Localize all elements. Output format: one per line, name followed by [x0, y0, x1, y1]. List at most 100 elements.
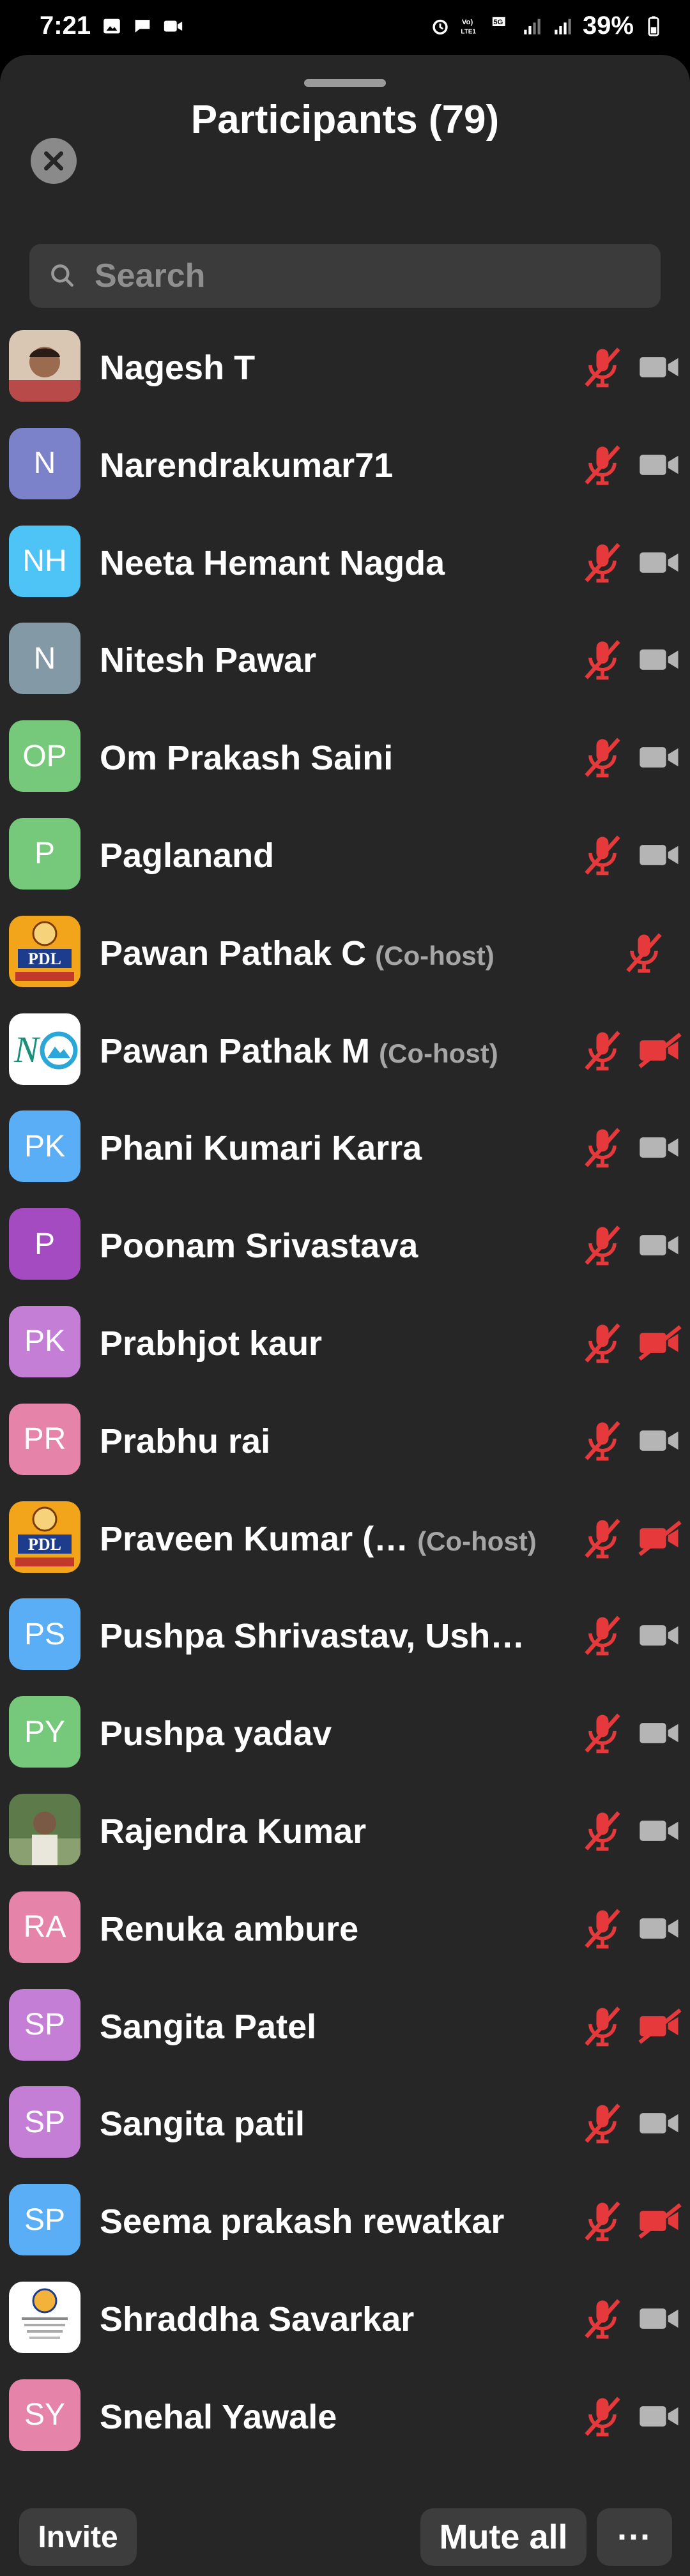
camera-icon[interactable]	[636, 2294, 684, 2343]
mute-all-button[interactable]: Mute all	[420, 2508, 586, 2566]
close-button[interactable]	[31, 138, 77, 184]
participant-row[interactable]: N Nitesh Pawar	[0, 611, 690, 709]
participant-row[interactable]: PDL Pawan Pathak C (Co-host)	[0, 904, 690, 1002]
participant-row[interactable]: N Pawan Pathak M (Co-host)	[0, 1002, 690, 1100]
participant-name-text: Poonam Srivastava	[100, 1227, 418, 1266]
camera-icon[interactable]	[636, 1221, 684, 1269]
svg-text:5G: 5G	[493, 19, 503, 26]
participant-row[interactable]: PS Pushpa Shrivastav, Ush…	[0, 1587, 690, 1685]
search-bar[interactable]	[29, 244, 661, 308]
participant-row[interactable]: OP Om Prakash Saini	[0, 709, 690, 807]
search-input[interactable]	[93, 256, 645, 296]
avatar: N	[9, 623, 80, 695]
participant-name: Sangita patil	[100, 2104, 305, 2144]
participant-name: Rajendra Kumar	[100, 1812, 366, 1851]
participant-row[interactable]: PDL Praveen Kumar (… (Co-host)	[0, 1490, 690, 1587]
participant-name-text: Sangita Patel	[100, 2007, 317, 2046]
camera-off-icon[interactable]	[636, 2197, 684, 2245]
participant-row[interactable]: SY Snehal Yawale	[0, 2368, 690, 2466]
camera-icon[interactable]	[636, 1807, 684, 1855]
participant-name-text: Snehal Yawale	[100, 2397, 337, 2436]
participant-row[interactable]: PR Prabhu rai	[0, 1392, 690, 1490]
participant-row[interactable]: N Narendrakumar71	[0, 416, 690, 514]
gallery-icon	[103, 19, 120, 34]
invite-button[interactable]: Invite	[19, 2508, 137, 2566]
camera-icon[interactable]	[636, 733, 684, 782]
participant-row[interactable]: NH Neeta Hemant Nagda	[0, 514, 690, 612]
participant-row[interactable]: PK Prabhjot kaur	[0, 1294, 690, 1392]
participant-row[interactable]: RA Renuka ambure	[0, 1880, 690, 1978]
mic-muted-icon[interactable]	[578, 1026, 627, 1075]
camera-icon[interactable]	[636, 1416, 684, 1465]
cohost-badge: (Co-host)	[379, 1038, 498, 1068]
participant-name-text: Shraddha Savarkar	[100, 2299, 415, 2338]
mic-muted-icon[interactable]	[578, 1221, 627, 1269]
video-icon	[164, 20, 183, 32]
camera-off-icon[interactable]	[636, 1514, 684, 1563]
mic-muted-icon[interactable]	[578, 2392, 627, 2441]
camera-icon[interactable]	[636, 538, 684, 587]
mic-muted-icon[interactable]	[578, 1416, 627, 1465]
participant-row[interactable]: Nagesh T	[0, 319, 690, 416]
camera-icon[interactable]	[636, 2099, 684, 2148]
mic-muted-icon[interactable]	[578, 1123, 627, 1172]
mic-muted-icon[interactable]	[578, 538, 627, 587]
participant-name-text: Nagesh T	[100, 349, 256, 387]
mic-muted-icon[interactable]	[578, 635, 627, 684]
mic-muted-icon[interactable]	[578, 2294, 627, 2343]
avatar: OP	[9, 720, 80, 792]
svg-text:LTE1: LTE1	[461, 28, 476, 35]
participant-row[interactable]: SP Sangita Patel	[0, 1978, 690, 2075]
participant-name: Phani Kumari Karra	[100, 1128, 422, 1168]
mic-muted-icon[interactable]	[578, 1807, 627, 1855]
camera-icon[interactable]	[636, 343, 684, 391]
participant-name-text: Phani Kumari Karra	[100, 1129, 422, 1168]
mic-muted-icon[interactable]	[578, 1514, 627, 1563]
participant-name: Renuka ambure	[100, 1909, 358, 1949]
mic-muted-icon[interactable]	[578, 2099, 627, 2148]
mic-muted-icon[interactable]	[578, 1709, 627, 1757]
camera-icon[interactable]	[636, 1611, 684, 1660]
camera-off-icon[interactable]	[636, 1026, 684, 1075]
participant-row[interactable]: P Paglanand	[0, 807, 690, 904]
mic-muted-icon[interactable]	[578, 831, 627, 879]
participant-row[interactable]: SP Seema prakash rewatkar	[0, 2172, 690, 2270]
close-icon	[44, 151, 63, 170]
battery-icon	[648, 15, 659, 36]
participant-row[interactable]: P Poonam Srivastava	[0, 1197, 690, 1294]
camera-icon[interactable]	[636, 831, 684, 879]
participant-name: Neeta Hemant Nagda	[100, 543, 445, 583]
participant-name-text: Pawan Pathak C	[100, 934, 367, 973]
camera-icon[interactable]	[636, 1709, 684, 1757]
avatar: P	[9, 817, 80, 890]
avatar: PY	[9, 1696, 80, 1768]
participant-name: Pawan Pathak M (Co-host)	[100, 1031, 498, 1071]
mic-muted-icon[interactable]	[578, 343, 627, 391]
mic-muted-icon[interactable]	[578, 441, 627, 489]
camera-icon[interactable]	[636, 441, 684, 489]
mic-muted-icon[interactable]	[578, 1904, 627, 1953]
mic-muted-icon[interactable]	[578, 2002, 627, 2050]
drag-handle[interactable]	[304, 79, 386, 87]
search-icon	[51, 264, 73, 287]
avatar: PDL	[9, 1501, 80, 1573]
camera-off-icon[interactable]	[636, 1319, 684, 1367]
camera-icon[interactable]	[636, 2392, 684, 2441]
avatar: SP	[9, 2086, 80, 2158]
camera-icon[interactable]	[636, 1123, 684, 1172]
camera-icon[interactable]	[636, 635, 684, 684]
mic-muted-icon[interactable]	[578, 733, 627, 782]
mic-muted-icon[interactable]	[620, 928, 668, 977]
participant-name: Nagesh T	[100, 348, 255, 388]
participant-row[interactable]: Rajendra Kumar	[0, 1782, 690, 1880]
camera-icon[interactable]	[636, 1904, 684, 1953]
mic-muted-icon[interactable]	[578, 2197, 627, 2245]
more-options-button[interactable]: ···	[597, 2508, 672, 2566]
participant-row[interactable]: SP Sangita patil	[0, 2075, 690, 2172]
participant-row[interactable]: Shraddha Savarkar	[0, 2270, 690, 2368]
mic-muted-icon[interactable]	[578, 1611, 627, 1660]
mic-muted-icon[interactable]	[578, 1319, 627, 1367]
participant-row[interactable]: PK Phani Kumari Karra	[0, 1099, 690, 1197]
participant-row[interactable]: PY Pushpa yadav	[0, 1685, 690, 1782]
camera-off-icon[interactable]	[636, 2002, 684, 2050]
